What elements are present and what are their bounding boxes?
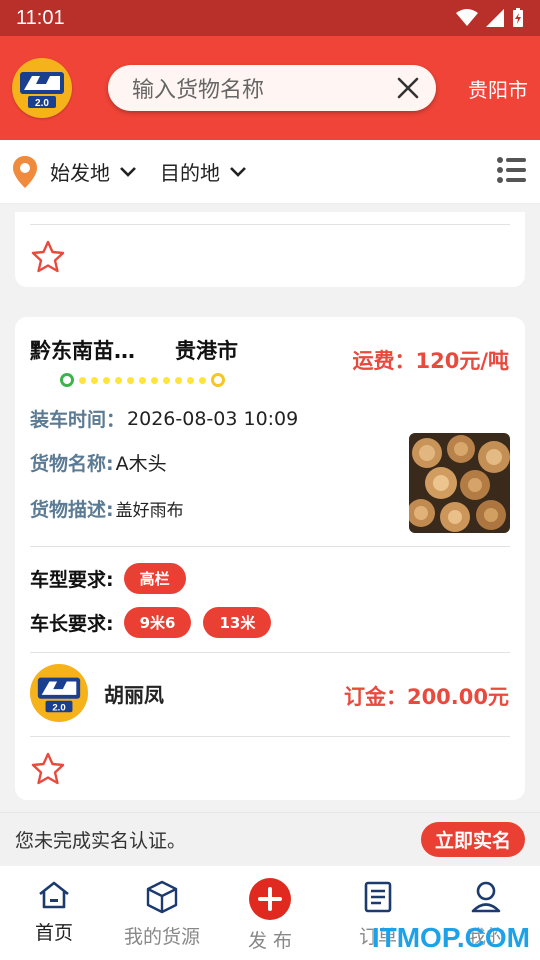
box-icon: [146, 880, 178, 914]
route-dot: [175, 376, 182, 384]
goods-name-value: A木头: [115, 453, 167, 475]
status-bar: 11:01: [0, 0, 540, 36]
route-dot: [199, 376, 206, 384]
listing-card[interactable]: 黔东南苗… 贵港市 运费：120元/吨 装车时间： 2026-08-03 10:…: [15, 317, 525, 800]
route-dot: [163, 376, 170, 384]
app-logo[interactable]: 2.0: [12, 58, 72, 118]
goods-desc: 货物描述: 盖好雨布: [30, 495, 184, 522]
route-dot: [127, 376, 134, 384]
plus-icon: [258, 887, 282, 911]
close-icon[interactable]: [396, 76, 420, 100]
destination-filter[interactable]: 目的地: [160, 157, 248, 186]
divider: [30, 546, 510, 547]
status-time: 11:01: [16, 6, 65, 29]
divider: [30, 736, 510, 737]
goods-name: 货物名称: A木头: [30, 449, 167, 476]
route-dot: [103, 376, 110, 384]
load-time-key: 装车时间：: [30, 409, 126, 431]
route-dot: [91, 376, 98, 384]
route-origin: 黔东南苗…: [30, 339, 135, 363]
vehicle-length-requirement: 车长要求: 9米6 13米: [30, 607, 272, 638]
tab-my-goods[interactable]: 我的货源: [108, 866, 216, 960]
load-time-value: 2026-08-03 10:09: [127, 407, 299, 430]
tab-label: 发 布: [247, 930, 293, 952]
search-input[interactable]: 输入货物名称: [132, 72, 396, 104]
list-menu-icon[interactable]: [496, 156, 528, 188]
logo-icon: 2.0: [37, 677, 81, 713]
divider: [30, 224, 510, 225]
search-box[interactable]: 输入货物名称: [108, 65, 436, 111]
route-dot: [187, 376, 194, 384]
city-selector[interactable]: 贵阳市: [468, 74, 528, 103]
logo-icon: 2.0: [20, 72, 64, 109]
avatar[interactable]: 2.0: [30, 664, 88, 722]
vehicle-type-tag: 高栏: [123, 563, 186, 594]
route: 黔东南苗… 贵港市: [30, 335, 238, 365]
listing-card-previous[interactable]: [15, 212, 525, 287]
destination-label: 目的地: [160, 161, 220, 185]
goods-name-key: 货物名称:: [30, 453, 114, 475]
deposit-amount: 订金：200.00元: [343, 685, 509, 709]
route-dot: [115, 376, 122, 384]
vehicle-type-requirement: 车型要求: 高栏: [30, 563, 186, 594]
app-header: 2.0 输入货物名称 贵阳市: [0, 36, 540, 140]
verify-now-button[interactable]: 立即实名: [420, 822, 525, 857]
vehicle-length-tag: 13米: [203, 607, 272, 638]
home-icon: [39, 881, 69, 909]
tab-label: 首页: [34, 922, 73, 944]
vehicle-length-key: 车长要求:: [30, 613, 114, 635]
origin-filter[interactable]: 始发地: [12, 155, 138, 189]
route-dot: [139, 376, 146, 384]
user-icon: [471, 881, 501, 913]
chevron-down-icon: [120, 166, 136, 177]
verification-message: 您未完成实名认证。: [15, 830, 187, 852]
divider: [30, 652, 510, 653]
location-pin-icon: [13, 155, 37, 188]
route-dot: [79, 376, 86, 384]
battery-icon: [513, 8, 523, 27]
origin-label: 始发地: [50, 161, 110, 185]
freight-price: 运费：120元/吨: [352, 349, 509, 373]
wifi-icon: [456, 9, 478, 26]
star-icon[interactable]: [31, 240, 65, 274]
svg-text:2.0: 2.0: [52, 702, 65, 713]
verification-banner: 您未完成实名认证。 立即实名: [0, 812, 540, 866]
origin-dot: [60, 373, 74, 387]
system-icons: [456, 8, 524, 28]
poster-name: 胡丽凤: [104, 682, 164, 707]
route-dot: [151, 376, 158, 384]
load-time: 装车时间： 2026-08-03 10:09: [30, 405, 298, 432]
goods-desc-value: 盖好雨布: [115, 501, 184, 521]
tab-home[interactable]: 首页: [0, 866, 108, 960]
watermark: ITMOP.COM: [371, 922, 530, 953]
tab-label: 我的货源: [123, 926, 200, 948]
chevron-down-icon: [230, 166, 246, 177]
route-dots: [60, 373, 225, 387]
poster[interactable]: 2.0 胡丽凤: [30, 664, 164, 722]
svg-text:2.0: 2.0: [35, 98, 49, 109]
vehicle-length-tag: 9米6: [123, 607, 192, 638]
signal-icon: [486, 9, 504, 27]
destination-dot: [211, 373, 225, 387]
filter-bar: 始发地 目的地: [0, 140, 540, 204]
goods-photo[interactable]: [409, 433, 510, 533]
star-icon[interactable]: [31, 752, 65, 786]
vehicle-type-key: 车型要求:: [30, 569, 114, 591]
tab-publish[interactable]: 发 布: [216, 866, 324, 960]
publish-button[interactable]: [249, 878, 291, 920]
route-destination: 贵港市: [175, 339, 238, 363]
goods-desc-key: 货物描述:: [30, 499, 114, 521]
order-icon: [364, 881, 392, 913]
